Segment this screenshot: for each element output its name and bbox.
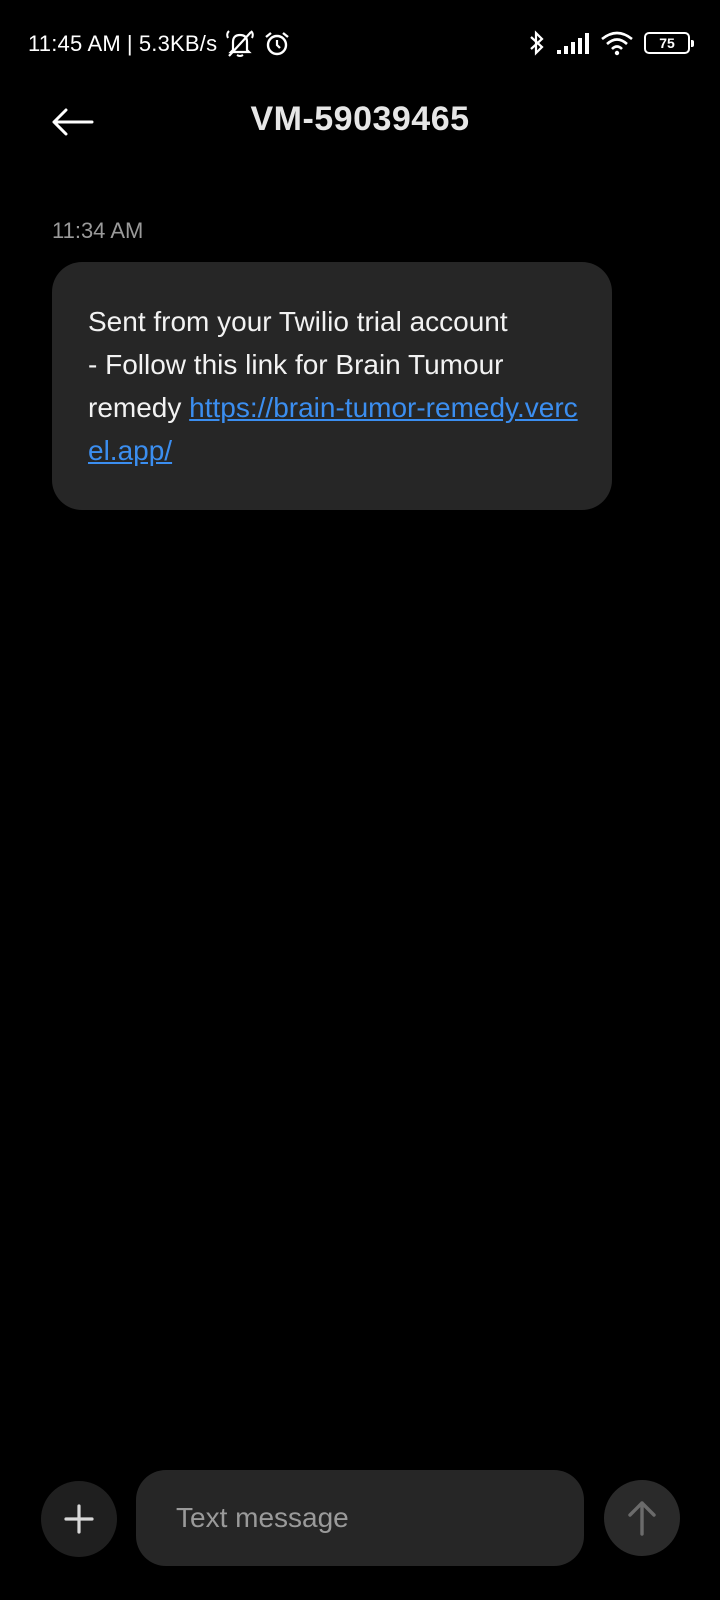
bluetooth-icon	[528, 29, 546, 57]
network-speed: 5.3KB/s	[138, 31, 218, 56]
status-separator: |	[126, 31, 133, 56]
status-left: 11:45 AM | 5.3KB/s	[28, 28, 291, 60]
status-time: 11:45 AM	[28, 31, 121, 56]
message-text-line: - Follow this link for Brain Tumour	[88, 349, 504, 380]
alarm-icon	[263, 30, 291, 58]
battery-icon: 75	[644, 32, 694, 54]
status-bar: 11:45 AM | 5.3KB/s 75	[0, 0, 720, 86]
message-text-prefix: remedy	[88, 392, 190, 423]
message-text-line: remedy https://brain-tumor-remedy.vercel…	[88, 386, 578, 472]
notifications-muted-icon	[223, 29, 257, 59]
signal-icon	[556, 31, 590, 55]
conversation-header: VM-59039465	[0, 86, 720, 158]
plus-icon	[63, 1503, 95, 1535]
message-bubble[interactable]: Sent from your Twilio trial account - Fo…	[52, 262, 612, 510]
arrow-up-icon	[626, 1499, 658, 1537]
page-title: VM-59039465	[250, 100, 470, 138]
messages-screen: 11:45 AM | 5.3KB/s 75 VM-59039465 11:34 …	[0, 0, 720, 1600]
wifi-icon	[600, 30, 634, 56]
message-text-line: Sent from your Twilio trial account	[88, 306, 508, 337]
message-input[interactable]	[136, 1470, 584, 1566]
message-timestamp: 11:34 AM	[52, 218, 144, 243]
status-right: 75	[528, 26, 694, 60]
send-button[interactable]	[604, 1480, 680, 1556]
add-attachment-button[interactable]	[41, 1481, 117, 1557]
